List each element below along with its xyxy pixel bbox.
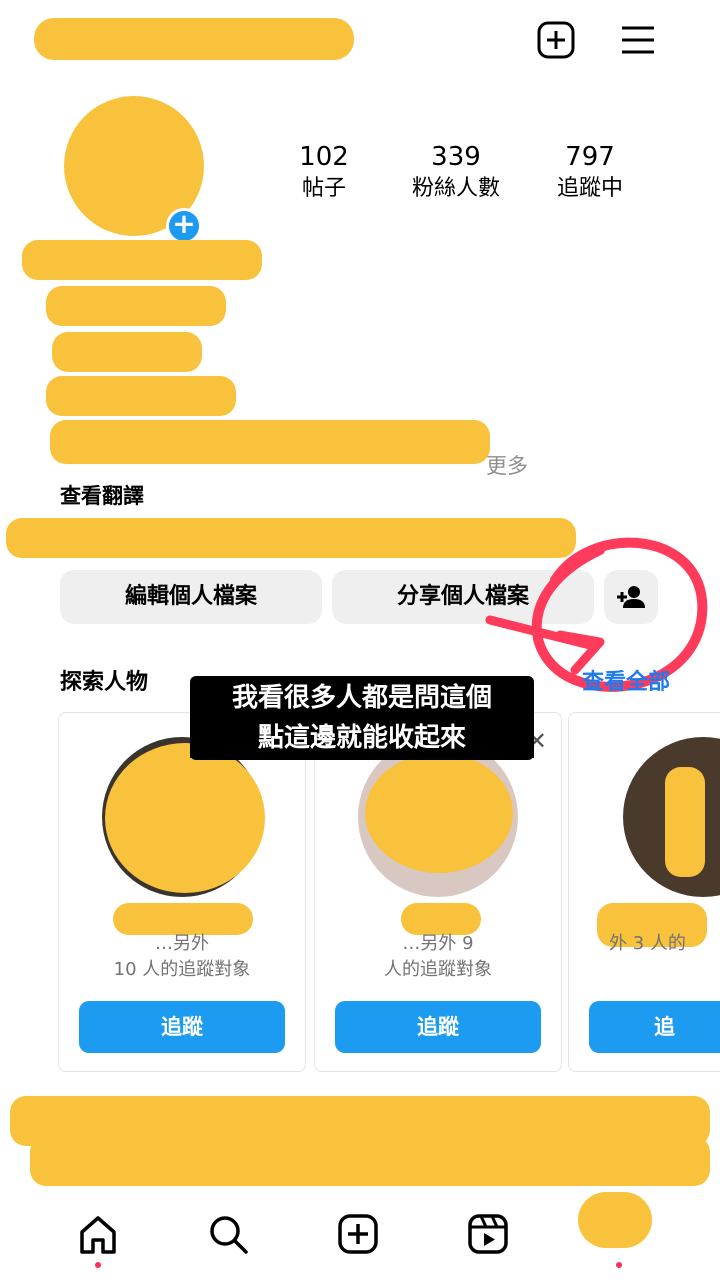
redacted-bio	[46, 286, 226, 326]
bottom-nav	[0, 1190, 720, 1280]
annotation-line1: 我看很多人都是問這個	[231, 683, 492, 713]
plus-square-icon[interactable]	[536, 20, 576, 60]
mutual-followers-text: 外 3 人的	[609, 931, 686, 957]
edit-profile-button[interactable]: 編輯個人檔案	[60, 570, 322, 624]
hamburger-menu-icon[interactable]	[618, 20, 658, 60]
reels-icon[interactable]	[466, 1212, 510, 1256]
following-label: 追蹤中	[556, 176, 623, 201]
redacted-bio	[22, 240, 262, 280]
followers-count[interactable]: 339 粉絲人數	[396, 140, 516, 204]
suggestion-card[interactable]: 外 3 人的 追	[568, 712, 720, 1072]
create-icon[interactable]	[336, 1212, 380, 1256]
search-icon[interactable]	[206, 1212, 250, 1256]
see-all-link[interactable]: 查看全部	[582, 664, 670, 696]
mutual-line2: 10 人的追蹤對象	[113, 959, 251, 980]
profile-icon[interactable]	[578, 1192, 652, 1248]
following-count[interactable]: 797 追蹤中	[530, 140, 650, 204]
redacted-bio	[50, 420, 490, 464]
follow-button[interactable]: 追蹤	[335, 1001, 541, 1053]
following-value: 797	[565, 142, 615, 172]
more-link[interactable]: 更多	[486, 450, 528, 480]
posts-count[interactable]: 102 帖子	[264, 140, 384, 204]
posts-label: 帖子	[301, 176, 346, 201]
add-story-icon[interactable]: +	[166, 208, 202, 244]
mutual-line2: 外 3 人的	[609, 933, 686, 954]
profile-notification-dot	[616, 1262, 622, 1268]
home-icon[interactable]	[76, 1212, 120, 1256]
suggestion-card[interactable]: ✕ …另外 9 人的追蹤對象 追蹤	[314, 712, 562, 1072]
followers-value: 339	[431, 142, 481, 172]
home-active-dot	[95, 1262, 101, 1268]
follow-button[interactable]: 追蹤	[79, 1001, 285, 1053]
redacted-avatar	[365, 753, 513, 873]
mutual-line1: …另外	[155, 933, 209, 954]
follow-button[interactable]: 追	[589, 1001, 720, 1053]
mutual-followers-text: …另外 9 人的追蹤對象	[325, 931, 551, 983]
redacted-avatar	[665, 767, 705, 877]
redacted-bio	[46, 376, 236, 416]
mutual-line1: …另外 9	[402, 933, 474, 954]
annotation-caption: 我看很多人都是問這個 點這邊就能收起來	[190, 676, 534, 760]
followers-label: 粉絲人數	[411, 176, 500, 201]
posts-value: 102	[299, 142, 349, 172]
redacted-highlights	[30, 1136, 710, 1186]
translate-link[interactable]: 查看翻譯	[60, 480, 144, 510]
mutual-followers-text: …另外 10 人的追蹤對象	[69, 931, 295, 983]
annotation-line2: 點這邊就能收起來	[190, 718, 534, 758]
suggestion-card[interactable]: …另外 10 人的追蹤對象 追蹤	[58, 712, 306, 1072]
mutual-line2: 人的追蹤對象	[384, 959, 492, 980]
redacted-bio	[52, 332, 202, 372]
redacted-avatar	[105, 743, 265, 893]
explore-title: 探索人物	[60, 670, 149, 695]
redacted-username	[34, 18, 354, 60]
